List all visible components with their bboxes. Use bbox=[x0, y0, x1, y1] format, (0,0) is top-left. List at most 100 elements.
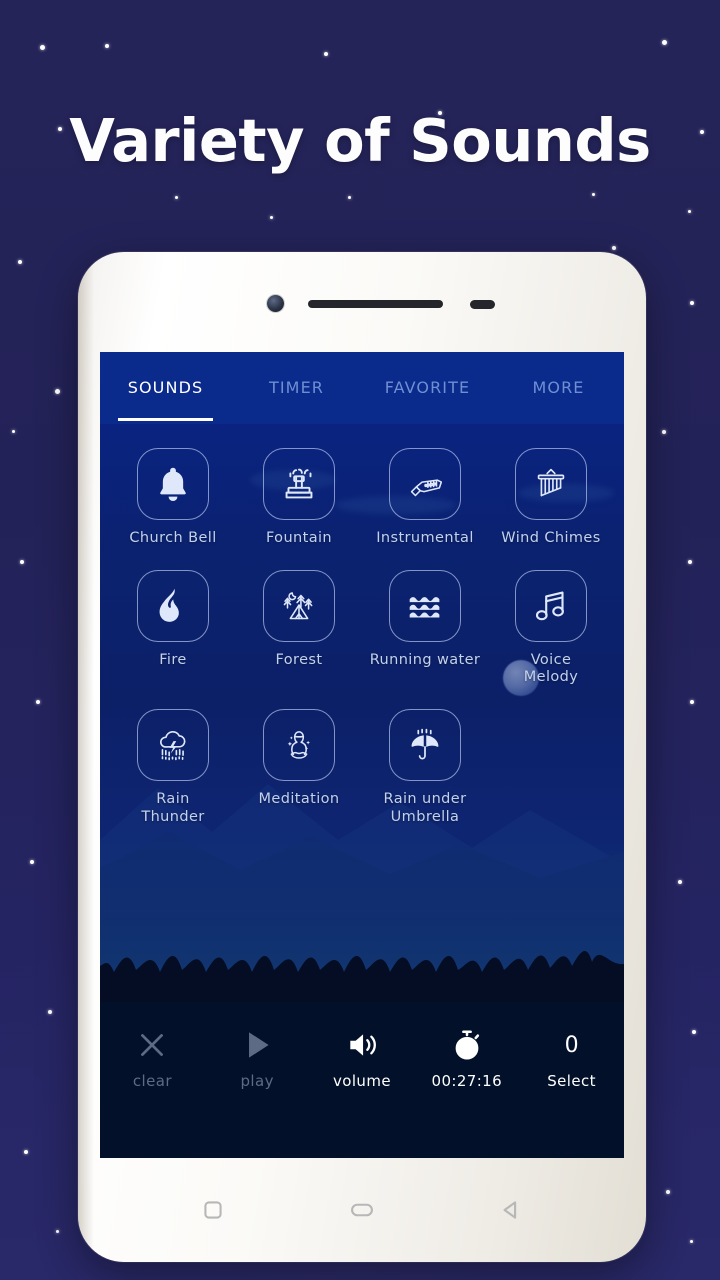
sound-item-fire[interactable]: Fire bbox=[110, 569, 236, 687]
play-icon bbox=[249, 1032, 269, 1058]
sound-item-rain-under-umbrella[interactable]: Rain under Umbrella bbox=[362, 709, 488, 826]
star-dot bbox=[20, 560, 24, 564]
volume-button[interactable]: volume bbox=[310, 1028, 415, 1090]
tab-timer-label: TIMER bbox=[268, 377, 325, 397]
star-dot bbox=[690, 700, 694, 704]
star-dot bbox=[36, 700, 40, 704]
sound-item-wind-chimes[interactable]: Wind Chimes bbox=[488, 448, 614, 548]
recents-button[interactable] bbox=[199, 1196, 227, 1224]
phone-screen: SOUNDS TIMER FAVORITE MORE Church Bell F… bbox=[100, 352, 624, 1158]
play-button[interactable]: play bbox=[205, 1028, 310, 1090]
star-dot bbox=[56, 1230, 59, 1233]
sound-item-label: Rain Thunder bbox=[141, 791, 205, 825]
sound-item-running-water[interactable]: Running water bbox=[362, 569, 488, 687]
bell-icon bbox=[137, 448, 209, 520]
star-dot bbox=[690, 1240, 693, 1243]
clear-button[interactable]: clear bbox=[100, 1028, 205, 1090]
sound-item-church-bell[interactable]: Church Bell bbox=[110, 448, 236, 548]
select-button[interactable]: 0 Select bbox=[519, 1028, 624, 1091]
sound-item-fountain[interactable]: Fountain bbox=[236, 448, 362, 548]
meditation-icon bbox=[263, 709, 335, 782]
sound-item-label: Running water bbox=[369, 651, 481, 668]
sound-item-label: Meditation bbox=[258, 791, 340, 808]
sound-item-label: Fire bbox=[159, 651, 187, 668]
star-dot bbox=[666, 1190, 670, 1194]
tab-favorite-label: FAVORITE bbox=[384, 377, 471, 397]
sound-item-label: Voice Melody bbox=[523, 651, 579, 686]
star-dot bbox=[105, 44, 109, 48]
flame-icon bbox=[137, 569, 209, 642]
sound-item-meditation[interactable]: Meditation bbox=[236, 709, 362, 826]
star-dot bbox=[324, 52, 328, 56]
thunderstorm-icon bbox=[137, 709, 209, 782]
star-dot bbox=[612, 246, 616, 250]
sound-item-voice-melody[interactable]: Voice Melody bbox=[488, 569, 614, 687]
tab-more[interactable]: MORE bbox=[493, 378, 624, 399]
android-nav-bar bbox=[78, 1158, 646, 1262]
sound-item-forest[interactable]: Forest bbox=[236, 569, 362, 687]
star-dot bbox=[690, 301, 694, 305]
tab-timer[interactable]: TIMER bbox=[231, 378, 362, 399]
sound-item-label: Rain under Umbrella bbox=[383, 791, 467, 825]
star-dot bbox=[688, 210, 691, 213]
tab-more-label: MORE bbox=[532, 377, 585, 397]
close-icon bbox=[141, 1034, 164, 1056]
earpiece-speaker-icon bbox=[308, 300, 443, 308]
star-dot bbox=[12, 430, 15, 433]
sound-item-label: Forest bbox=[275, 651, 323, 668]
star-dot bbox=[662, 40, 667, 45]
camera-lens-icon bbox=[267, 295, 284, 312]
star-dot bbox=[24, 1150, 28, 1154]
guitar-icon bbox=[389, 448, 461, 520]
star-dot bbox=[348, 196, 351, 199]
music-note-icon bbox=[515, 569, 587, 642]
wind-chimes-icon bbox=[515, 448, 587, 520]
square-icon bbox=[204, 1201, 222, 1219]
stopwatch-icon bbox=[455, 1030, 479, 1060]
star-dot bbox=[48, 1010, 52, 1014]
star-dot bbox=[18, 260, 22, 264]
timer-value: 00:27:16 bbox=[431, 1072, 503, 1090]
star-dot bbox=[688, 560, 692, 564]
phone-mockup: SOUNDS TIMER FAVORITE MORE Church Bell F… bbox=[78, 252, 646, 1262]
sound-grid: Church Bell Fountain Instrumental Wind C… bbox=[100, 448, 624, 826]
select-count: 0 bbox=[564, 1032, 579, 1058]
tab-favorite[interactable]: FAVORITE bbox=[362, 378, 493, 399]
home-pill-icon bbox=[351, 1203, 373, 1217]
star-dot bbox=[678, 880, 682, 884]
sounds-scene: Church Bell Fountain Instrumental Wind C… bbox=[100, 424, 624, 1002]
sound-item-label: Church Bell bbox=[129, 530, 217, 546]
star-dot bbox=[592, 193, 595, 196]
phone-top-bezel bbox=[78, 252, 646, 352]
clear-label: clear bbox=[132, 1072, 172, 1090]
home-button[interactable] bbox=[348, 1196, 376, 1224]
sound-item-rain-thunder[interactable]: Rain Thunder bbox=[110, 709, 236, 826]
forest-tent-icon bbox=[263, 569, 335, 642]
back-button[interactable] bbox=[497, 1196, 525, 1224]
tab-active-indicator bbox=[118, 417, 213, 421]
sound-item-label: Instrumental bbox=[376, 530, 474, 546]
proximity-sensor-icon bbox=[470, 300, 495, 309]
fountain-icon bbox=[263, 448, 335, 520]
select-label: Select bbox=[547, 1072, 596, 1090]
star-dot bbox=[40, 45, 45, 50]
sound-item-instrumental[interactable]: Instrumental bbox=[362, 448, 488, 548]
timer-button[interactable]: 00:27:16 bbox=[414, 1028, 519, 1090]
waves-icon bbox=[389, 569, 461, 642]
grass-silhouette bbox=[100, 950, 624, 1002]
volume-label: volume bbox=[333, 1072, 391, 1090]
sound-item-label: Fountain bbox=[265, 530, 333, 546]
play-label: play bbox=[240, 1072, 274, 1090]
tab-bar: SOUNDS TIMER FAVORITE MORE bbox=[100, 352, 624, 424]
star-dot bbox=[55, 389, 60, 394]
star-dot bbox=[175, 196, 178, 199]
star-dot bbox=[270, 216, 273, 219]
page-title: Variety of Sounds bbox=[69, 106, 651, 175]
star-dot bbox=[662, 430, 666, 434]
tab-sounds-label: SOUNDS bbox=[127, 377, 204, 397]
star-dot bbox=[692, 1030, 696, 1034]
playback-toolbar: clear play volume 00:27:16 0 Select bbox=[100, 1002, 624, 1158]
back-triangle-icon bbox=[503, 1201, 517, 1219]
sound-item-label: Wind Chimes bbox=[501, 530, 601, 546]
tab-sounds[interactable]: SOUNDS bbox=[100, 377, 231, 421]
